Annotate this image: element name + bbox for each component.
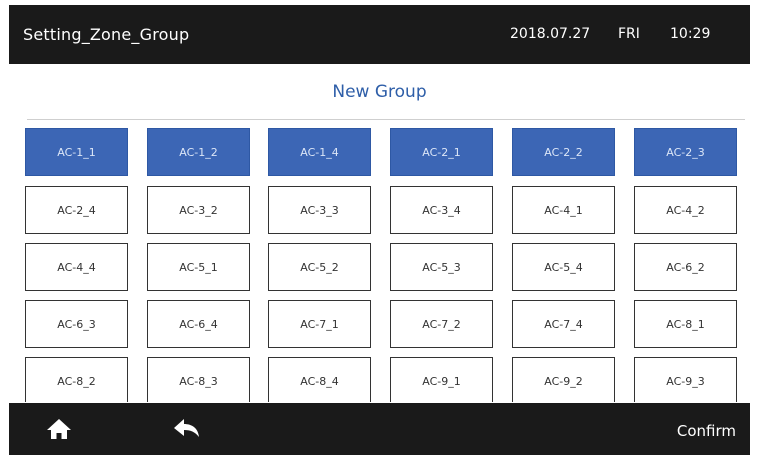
ac-unit-button[interactable]: AC-1_2 [147, 128, 250, 176]
confirm-button[interactable]: Confirm [677, 403, 736, 459]
ac-unit-button[interactable]: AC-2_1 [390, 128, 493, 176]
ac-unit-button[interactable]: AC-7_4 [512, 300, 615, 348]
screen-title: Setting_Zone_Group [23, 25, 190, 44]
ac-unit-button[interactable]: AC-9_3 [634, 357, 737, 402]
back-button[interactable] [172, 417, 202, 441]
ac-unit-button[interactable]: AC-8_3 [147, 357, 250, 402]
ac-unit-button[interactable]: AC-8_4 [268, 357, 371, 402]
ac-unit-button[interactable]: AC-4_4 [25, 243, 128, 291]
home-button[interactable] [45, 417, 73, 441]
ac-unit-button[interactable]: AC-7_1 [268, 300, 371, 348]
ac-unit-button[interactable]: AC-3_4 [390, 186, 493, 234]
ac-unit-button[interactable]: AC-7_2 [390, 300, 493, 348]
date-display: 2018.07.27 [510, 26, 591, 42]
ac-unit-button[interactable]: AC-2_4 [25, 186, 128, 234]
time-display: 10:29 [670, 26, 711, 42]
ac-unit-button[interactable]: AC-3_3 [268, 186, 371, 234]
ac-unit-button[interactable]: AC-5_3 [390, 243, 493, 291]
ac-unit-button[interactable]: AC-5_2 [268, 243, 371, 291]
top-bar: Setting_Zone_Group 2018.07.27 FRI 10:29 [9, 5, 750, 64]
ac-unit-button[interactable]: AC-6_2 [634, 243, 737, 291]
weekday-display: FRI [618, 26, 640, 42]
ac-unit-button[interactable]: AC-5_4 [512, 243, 615, 291]
ac-unit-button[interactable]: AC-2_3 [634, 128, 737, 176]
ac-unit-button[interactable]: AC-4_2 [634, 186, 737, 234]
ac-unit-grid: AC-1_1 AC-1_2 AC-1_4 AC-2_1 AC-2_2 AC-2_3 AC-2… [25, 128, 741, 402]
ac-unit-button[interactable]: AC-4_1 [512, 186, 615, 234]
ac-unit-button[interactable]: AC-1_1 [25, 128, 128, 176]
ac-unit-button[interactable]: AC-5_1 [147, 243, 250, 291]
ac-unit-button[interactable]: AC-6_3 [25, 300, 128, 348]
bottom-bar: Confirm [9, 403, 750, 455]
ac-unit-button[interactable]: AC-2_2 [512, 128, 615, 176]
group-title: New Group [332, 82, 427, 102]
ac-unit-button[interactable]: AC-9_2 [512, 357, 615, 402]
ac-unit-button[interactable]: AC-9_1 [390, 357, 493, 402]
ac-unit-button[interactable]: AC-6_4 [147, 300, 250, 348]
ac-unit-button[interactable]: AC-1_4 [268, 128, 371, 176]
divider [27, 119, 745, 120]
back-arrow-icon [174, 419, 199, 437]
home-icon [47, 419, 71, 439]
ac-unit-button[interactable]: AC-8_2 [25, 357, 128, 402]
ac-unit-button[interactable]: AC-8_1 [634, 300, 737, 348]
ac-unit-button[interactable]: AC-3_2 [147, 186, 250, 234]
